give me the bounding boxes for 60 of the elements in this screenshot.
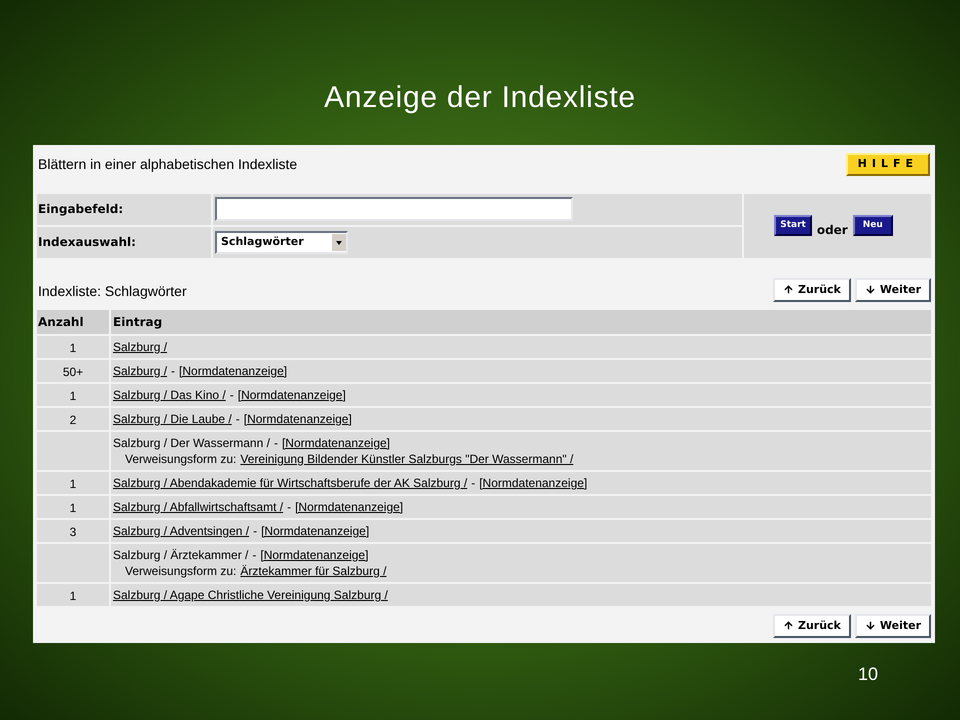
count-cell: 1: [37, 384, 109, 406]
count-cell: 1: [37, 336, 109, 358]
or-text: oder: [816, 222, 848, 238]
norm-data-link[interactable]: [Normdatenanzeige]: [179, 364, 288, 378]
separator-text: -: [251, 547, 258, 563]
entry-link[interactable]: Salzburg /: [113, 364, 168, 378]
entry-text: Salzburg / Der Wassermann /: [113, 436, 270, 450]
index-select[interactable]: Schlagwörter: [215, 230, 348, 254]
arrow-down-icon: [864, 284, 876, 296]
back-button[interactable]: Zurück: [772, 614, 851, 638]
entry-link[interactable]: Salzburg /: [113, 340, 168, 354]
page-number: 10: [856, 663, 879, 686]
next-button[interactable]: Weiter: [854, 614, 931, 638]
separator-text: -: [470, 475, 476, 491]
count-cell: 50+: [37, 360, 109, 382]
separator-text: -: [170, 363, 176, 379]
norm-data-link[interactable]: [Normdatenanzeige]: [295, 500, 404, 514]
count-cell: 1: [37, 496, 109, 518]
count-cell: 1: [37, 472, 109, 494]
column-header: Eintrag: [111, 310, 931, 334]
slide-title: Anzeige der Indexliste: [323, 80, 637, 116]
start-button[interactable]: Start: [774, 215, 812, 236]
reference-label: Verweisungsform zu:: [125, 451, 236, 467]
arrow-up-icon: [782, 284, 794, 296]
entry-link[interactable]: Salzburg / Agape Christliche Vereinigung Salzburg /: [113, 588, 388, 602]
column-header: Anzahl: [37, 310, 109, 334]
arrow-down-icon: [864, 620, 876, 632]
count-cell: 2: [37, 408, 109, 430]
separator-text: -: [252, 523, 258, 539]
page-heading: Blättern in einer alphabetischen Indexliste: [37, 154, 298, 174]
count-cell: 3: [37, 520, 109, 542]
separator-text: -: [234, 411, 241, 427]
entry-link[interactable]: Salzburg / Abfallwirtschaftsamt /: [113, 500, 284, 514]
reference-link[interactable]: Vereinigung Bildender Künstler Salzburgs "Der Wassermann" /: [240, 451, 574, 467]
entry-link[interactable]: Salzburg / Abendakademie für Wirtschaftsberufe der AK Salzburg /: [113, 476, 468, 490]
entry-link[interactable]: Salzburg / Adventsingen /: [113, 524, 250, 538]
norm-data-link[interactable]: [Normdatenanzeige]: [282, 436, 390, 450]
reference-label: Verweisungsform zu:: [125, 563, 236, 579]
norm-data-link[interactable]: [Normdatenanzeige]: [261, 524, 370, 538]
input-label: Eingabefeld:: [37, 194, 211, 224]
norm-data-link[interactable]: [Normdatenanzeige]: [244, 412, 352, 426]
separator-text: -: [272, 435, 279, 451]
entry-text: Salzburg / Ärztekammer /: [113, 548, 248, 562]
next-button[interactable]: Weiter: [854, 278, 931, 302]
list-title: Indexliste: Schlagwörter: [37, 282, 187, 301]
help-button[interactable]: HILFE: [846, 153, 930, 176]
index-label: Indexauswahl:: [37, 226, 211, 258]
norm-data-link[interactable]: [Normdatenanzeige]: [238, 388, 346, 402]
separator-text: -: [286, 499, 292, 515]
entry-link[interactable]: Salzburg / Die Laube /: [113, 412, 232, 426]
separator-text: -: [228, 387, 235, 403]
arrow-up-icon: [782, 620, 794, 632]
back-button[interactable]: Zurück: [772, 278, 851, 302]
reference-link[interactable]: Ärztekammer für Salzburg /: [240, 563, 386, 579]
count-cell: 1: [37, 584, 109, 606]
norm-data-link[interactable]: [Normdatenanzeige]: [260, 548, 368, 562]
input-field[interactable]: [215, 197, 573, 221]
entry-link[interactable]: Salzburg / Das Kino /: [113, 388, 226, 402]
norm-data-link[interactable]: [Normdatenanzeige]: [479, 476, 588, 490]
new-button[interactable]: Neu: [852, 215, 893, 236]
